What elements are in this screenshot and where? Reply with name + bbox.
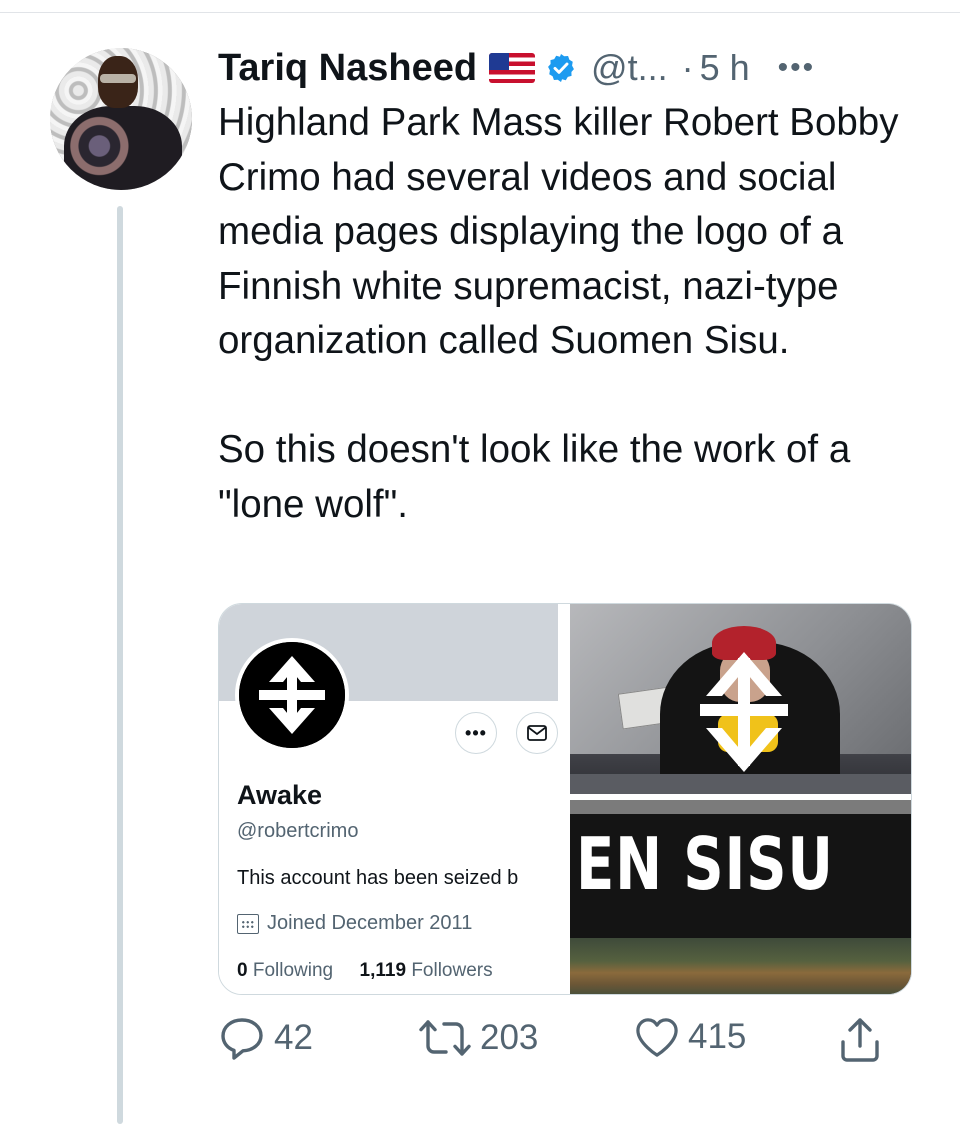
reply-button[interactable]: 42 <box>218 1016 313 1060</box>
profile-logo-icon <box>235 638 349 752</box>
tweet-text: Highland Park Mass killer Robert Bobby C… <box>218 96 928 532</box>
author-name[interactable]: Tariq Nasheed <box>218 47 477 90</box>
profile-follow-stats: 0 Following 1,119 Followers <box>237 960 493 982</box>
like-count: 415 <box>688 1017 747 1056</box>
heart-icon <box>636 1018 678 1057</box>
profile-handle: @robertcrimo <box>237 820 359 842</box>
profile-more-button[interactable]: ••• <box>455 712 497 754</box>
profile-joined-text: Joined December 2011 <box>267 912 473 934</box>
top-divider <box>0 12 960 13</box>
thread-line <box>117 206 123 1124</box>
tweet-media[interactable]: ••• Awake @robertcrimo This account has … <box>218 603 912 995</box>
retweet-icon <box>419 1020 471 1056</box>
media-profile-screenshot[interactable]: ••• Awake @robertcrimo This account has … <box>219 604 558 994</box>
share-button[interactable] <box>838 1016 882 1064</box>
tweet-paragraph-1: Highland Park Mass killer Robert Bobby C… <box>218 101 899 362</box>
reply-count: 42 <box>274 1018 313 1057</box>
followers-count: 1,119 <box>359 960 407 981</box>
media-photo-sisu[interactable]: EN SISU <box>570 800 911 994</box>
retweet-count: 203 <box>480 1018 539 1057</box>
reply-icon <box>221 1018 263 1060</box>
share-icon <box>841 1018 879 1062</box>
following-count: 0 <box>237 960 248 981</box>
sisu-banner-text: EN SISU <box>576 822 834 906</box>
calendar-icon <box>237 913 259 934</box>
profile-bio: This account has been seized b <box>237 867 519 889</box>
tweet-header: Tariq Nasheed @t... · 5 h ••• <box>218 42 815 94</box>
followers-label: Followers <box>411 960 493 981</box>
media-photo-person[interactable] <box>570 604 911 794</box>
us-flag-icon <box>489 53 536 83</box>
following-label: Following <box>252 960 334 981</box>
verified-badge-icon <box>545 52 577 84</box>
retweet-button[interactable]: 203 <box>418 1016 538 1060</box>
profile-name: Awake <box>237 780 323 810</box>
message-button[interactable] <box>516 712 558 754</box>
tweet-actions: 42 203 415 <box>218 1016 908 1070</box>
profile-joined: Joined December 2011 <box>237 912 472 935</box>
author-avatar[interactable] <box>50 48 192 190</box>
symbol-overlay-icon <box>700 652 788 772</box>
author-handle[interactable]: @t... <box>591 47 668 89</box>
tweet-time[interactable]: 5 h <box>700 47 750 89</box>
tweet-paragraph-2: So this doesn't look like the work of a … <box>218 428 851 526</box>
separator-dot: · <box>681 47 694 88</box>
mail-icon <box>527 725 547 741</box>
like-button[interactable]: 415 <box>634 1016 746 1058</box>
more-icon[interactable]: ••• <box>778 51 816 85</box>
